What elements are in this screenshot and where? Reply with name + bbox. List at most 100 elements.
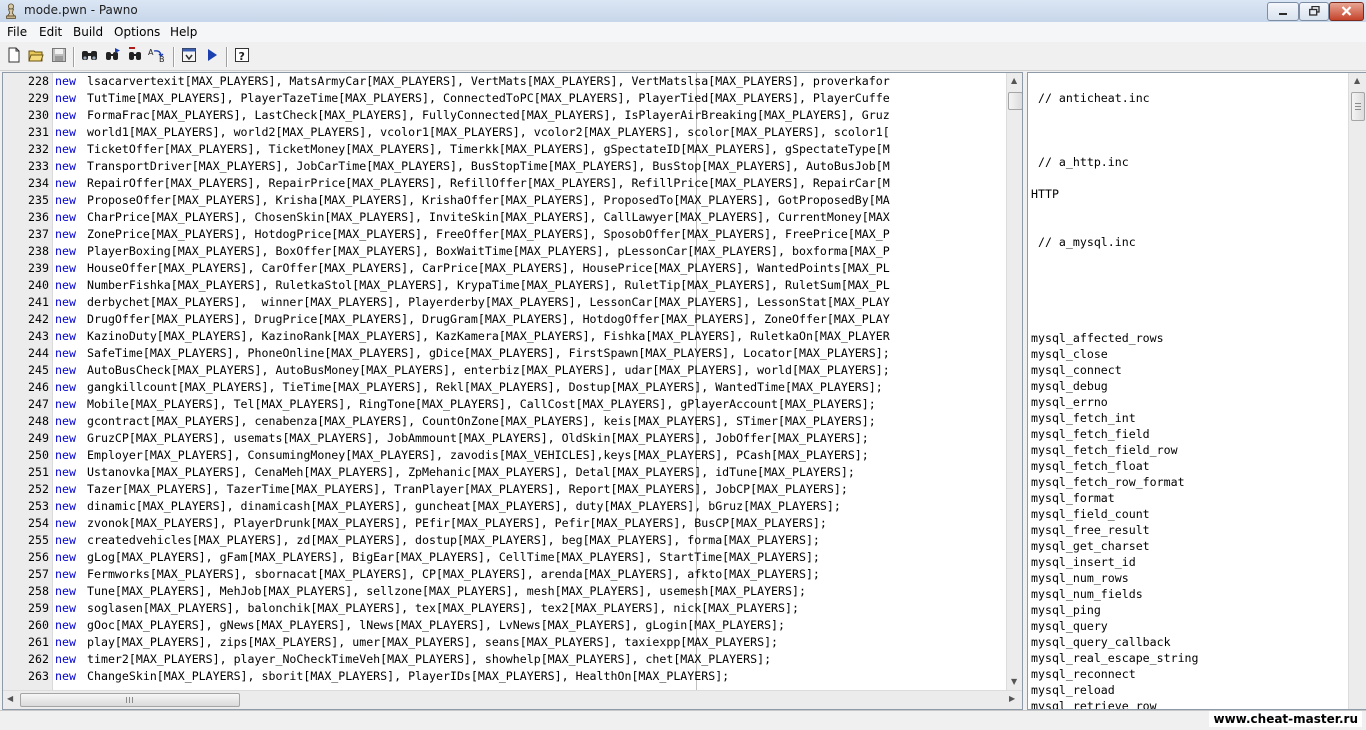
code-line[interactable]: 239 new HouseOffer[MAX_PLAYERS], CarOffer[… (3, 260, 1006, 277)
code-line[interactable]: 246 new gangkillcount[MAX_PLAYERS], TieTim… (3, 379, 1006, 396)
editor-horizontal-scrollbar[interactable]: ◀ ▶ (3, 690, 1022, 709)
save-file-button[interactable] (49, 46, 69, 67)
function-item[interactable]: mysql_insert_id (1031, 554, 1136, 570)
function-item[interactable]: mysql_fetch_field (1031, 426, 1150, 442)
scroll-up-icon[interactable]: ▲ (1011, 76, 1017, 85)
function-item[interactable]: mysql_ping (1031, 602, 1101, 618)
restore-button[interactable] (1299, 2, 1329, 21)
new-file-button[interactable] (4, 46, 24, 67)
function-item[interactable]: mysql_get_charset (1031, 538, 1150, 554)
function-item[interactable]: mysql_query (1031, 618, 1108, 634)
code-line[interactable]: 241 new derbychet[MAX_PLAYERS], winner[MAX… (3, 294, 1006, 311)
code-line[interactable]: 257 new Fermworks[MAX_PLAYERS], sbornacat[… (3, 566, 1006, 583)
function-item[interactable]: mysql_debug (1031, 378, 1108, 394)
function-item[interactable]: mysql_free_result (1031, 522, 1150, 538)
menu-file[interactable]: File (6, 25, 28, 39)
goto-line-button[interactable] (125, 46, 145, 67)
code-line[interactable]: 260 new gOoc[MAX_PLAYERS], gNews[MAX_PLAYE… (3, 617, 1006, 634)
code-line[interactable]: 234 new RepairOffer[MAX_PLAYERS], RepairPr… (3, 175, 1006, 192)
code-line[interactable]: 233 new TransportDriver[MAX_PLAYERS], JobC… (3, 158, 1006, 175)
code-line[interactable]: 244 new SafeTime[MAX_PLAYERS], PhoneOnline… (3, 345, 1006, 362)
code-line[interactable]: 231 new world1[MAX_PLAYERS], world2[MAX_PL… (3, 124, 1006, 141)
function-list-scrollbar[interactable]: ▲ (1348, 73, 1366, 709)
code-line[interactable]: 256 new gLog[MAX_PLAYERS], gFam[MAX_PLAYER… (3, 549, 1006, 566)
function-item[interactable]: mysql_errno (1031, 394, 1108, 410)
function-item[interactable]: mysql_close (1031, 346, 1108, 362)
help-button[interactable]: ? (232, 46, 252, 67)
code-line[interactable]: 229 new TutTime[MAX_PLAYERS], PlayerTazeTi… (3, 90, 1006, 107)
scroll-down-icon[interactable]: ▼ (1011, 677, 1017, 686)
function-item[interactable]: mysql_format (1031, 490, 1115, 506)
code-line[interactable]: 250 new Employer[MAX_PLAYERS], ConsumingMo… (3, 447, 1006, 464)
code-line[interactable]: 263 new ChangeSkin[MAX_PLAYERS], sborit[MA… (3, 668, 1006, 685)
code-line[interactable]: 251 new Ustanovka[MAX_PLAYERS], CenaMeh[MA… (3, 464, 1006, 481)
scrollbar-thumb[interactable] (1351, 92, 1365, 121)
function-item[interactable]: mysql_reload (1031, 682, 1115, 698)
code-line[interactable]: 232 new TicketOffer[MAX_PLAYERS], TicketMo… (3, 141, 1006, 158)
editor-vertical-scrollbar[interactable]: ▲ ▼ (1006, 73, 1022, 690)
find-next-button[interactable] (102, 46, 122, 67)
keyword-new: new (55, 482, 76, 496)
code-line[interactable]: 243 new KazinoDuty[MAX_PLAYERS], KazinoRan… (3, 328, 1006, 345)
function-list-panel[interactable]: // anticheat.inc // a_http.inc HTTP // a_… (1027, 72, 1366, 710)
code-line[interactable]: 238 new PlayerBoxing[MAX_PLAYERS], BoxOffe… (3, 243, 1006, 260)
code-line[interactable]: 252 new Tazer[MAX_PLAYERS], TazerTime[MAX_… (3, 481, 1006, 498)
function-item[interactable]: mysql_fetch_int (1031, 410, 1136, 426)
code-line[interactable]: 259 new soglasen[MAX_PLAYERS], balonchik[M… (3, 600, 1006, 617)
line-number: 236 (28, 210, 49, 224)
code-line[interactable]: 254 new zvonok[MAX_PLAYERS], PlayerDrunk[M… (3, 515, 1006, 532)
function-item[interactable]: mysql_field_count (1031, 506, 1150, 522)
code-text: TransportDriver[MAX_PLAYERS], JobCarTime… (87, 159, 890, 173)
code-line[interactable]: 236 new CharPrice[MAX_PLAYERS], ChosenSkin… (3, 209, 1006, 226)
run-button[interactable] (202, 46, 222, 67)
code-line[interactable]: 228 new lsacarvertexit[MAX_PLAYERS], MatsA… (3, 73, 1006, 90)
function-item[interactable]: mysql_num_rows (1031, 570, 1129, 586)
code-line[interactable]: 230 new FormaFrac[MAX_PLAYERS], LastCheck[… (3, 107, 1006, 124)
line-number: 248 (28, 414, 49, 428)
function-item[interactable]: mysql_fetch_row_format (1031, 474, 1185, 490)
function-item[interactable]: mysql_num_fields (1031, 586, 1143, 602)
open-file-button[interactable] (26, 46, 46, 67)
code-line[interactable]: 253 new dinamic[MAX_PLAYERS], dinamicash[M… (3, 498, 1006, 515)
code-line[interactable]: 245 new AutoBusCheck[MAX_PLAYERS], AutoBus… (3, 362, 1006, 379)
scrollbar-thumb[interactable] (1008, 92, 1022, 110)
code-line[interactable]: 247 new Mobile[MAX_PLAYERS], Tel[MAX_PLAYE… (3, 396, 1006, 413)
function-item[interactable]: mysql_fetch_float (1031, 458, 1150, 474)
menu-build[interactable]: Build (72, 25, 104, 39)
code-editor[interactable]: 228 new lsacarvertexit[MAX_PLAYERS], MatsA… (2, 72, 1023, 710)
menu-options[interactable]: Options (113, 25, 161, 39)
function-item[interactable]: HTTP (1031, 186, 1059, 202)
code-line[interactable]: 237 new ZonePrice[MAX_PLAYERS], HotdogPric… (3, 226, 1006, 243)
code-text: zvonok[MAX_PLAYERS], PlayerDrunk[MAX_PLA… (87, 516, 827, 530)
code-line[interactable]: 258 new Tune[MAX_PLAYERS], MehJob[MAX_PLAY… (3, 583, 1006, 600)
replace-button[interactable]: AB (148, 46, 168, 67)
function-item[interactable]: mysql_retrieve_row (1031, 698, 1157, 709)
find-button[interactable] (79, 46, 99, 67)
close-button[interactable] (1329, 2, 1364, 21)
function-item[interactable]: mysql_query_callback (1031, 634, 1171, 650)
function-item[interactable]: mysql_connect (1031, 362, 1122, 378)
scroll-left-icon[interactable]: ◀ (7, 694, 13, 703)
line-number: 255 (28, 533, 49, 547)
menu-help[interactable]: Help (169, 25, 198, 39)
code-line[interactable]: 248 new gcontract[MAX_PLAYERS], cenabenza[… (3, 413, 1006, 430)
function-item[interactable]: mysql_fetch_field_row (1031, 442, 1178, 458)
menu-edit[interactable]: Edit (38, 25, 63, 39)
code-line[interactable]: 242 new DrugOffer[MAX_PLAYERS], DrugPrice[… (3, 311, 1006, 328)
function-item[interactable]: mysql_reconnect (1031, 666, 1136, 682)
compile-button[interactable] (179, 46, 199, 67)
scroll-right-icon[interactable]: ▶ (1009, 694, 1015, 703)
code-line[interactable]: 249 new GruzCP[MAX_PLAYERS], usemats[MAX_P… (3, 430, 1006, 447)
code-area[interactable]: 228 new lsacarvertexit[MAX_PLAYERS], MatsA… (3, 73, 1006, 690)
scrollbar-thumb[interactable] (20, 693, 240, 707)
code-line[interactable]: 262 new timer2[MAX_PLAYERS], player_NoChec… (3, 651, 1006, 668)
minimize-button[interactable] (1267, 2, 1299, 21)
scroll-up-icon[interactable]: ▲ (1354, 76, 1360, 85)
code-line[interactable]: 235 new ProposeOffer[MAX_PLAYERS], Krisha[… (3, 192, 1006, 209)
code-line[interactable]: 261 new play[MAX_PLAYERS], zips[MAX_PLAYER… (3, 634, 1006, 651)
code-line[interactable]: 255 new createdvehicles[MAX_PLAYERS], zd[M… (3, 532, 1006, 549)
code-line[interactable]: 240 new NumberFishka[MAX_PLAYERS], Ruletka… (3, 277, 1006, 294)
function-item[interactable]: mysql_affected_rows (1031, 330, 1164, 346)
function-item[interactable]: mysql_real_escape_string (1031, 650, 1199, 666)
code-text: Mobile[MAX_PLAYERS], Tel[MAX_PLAYERS], R… (87, 397, 876, 411)
